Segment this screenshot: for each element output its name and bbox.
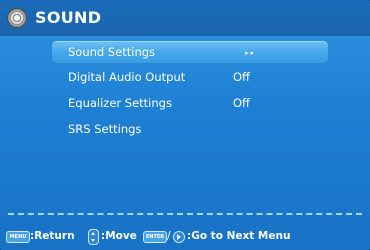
menu-item-label: Equalizer Settings: [68, 96, 172, 110]
footer-help-bar: MENU :Return :Move ENTER / :Go to Next M…: [0, 226, 370, 250]
menu-item-value: Off: [233, 96, 250, 110]
menu-item-sound-settings[interactable]: Sound Settings ▸▸: [52, 41, 328, 63]
enter-key-icon: ENTER: [143, 231, 167, 243]
menu-item-label: Digital Audio Output: [68, 70, 186, 84]
menu-item-label: SRS Settings: [68, 122, 142, 136]
menu-key-icon: MENU: [6, 231, 30, 243]
speaker-disc-icon: [8, 9, 26, 27]
next-menu-hint: :Go to Next Menu: [187, 230, 291, 242]
up-down-arrows-icon: [88, 229, 99, 245]
move-hint: :Move: [101, 230, 137, 242]
menu-item-equalizer-settings[interactable]: Equalizer Settings Off: [52, 92, 328, 114]
menu-item-value: Off: [233, 70, 250, 84]
footer-divider: [8, 213, 362, 215]
slash-separator: /: [167, 230, 171, 242]
right-arrow-key-icon: [173, 231, 185, 243]
tv-osd-screen: SOUND Sound Settings ▸▸ Digital Audio Ou…: [0, 0, 370, 250]
menu-item-digital-audio-output[interactable]: Digital Audio Output Off: [52, 66, 328, 88]
menu-item-label: Sound Settings: [68, 45, 156, 59]
menu-item-srs-settings[interactable]: SRS Settings: [52, 118, 328, 140]
submenu-arrow-icon: ▸▸: [245, 49, 257, 57]
return-hint: :Return: [30, 230, 75, 242]
menu-header: SOUND: [0, 0, 370, 36]
page-title: SOUND: [35, 8, 102, 27]
